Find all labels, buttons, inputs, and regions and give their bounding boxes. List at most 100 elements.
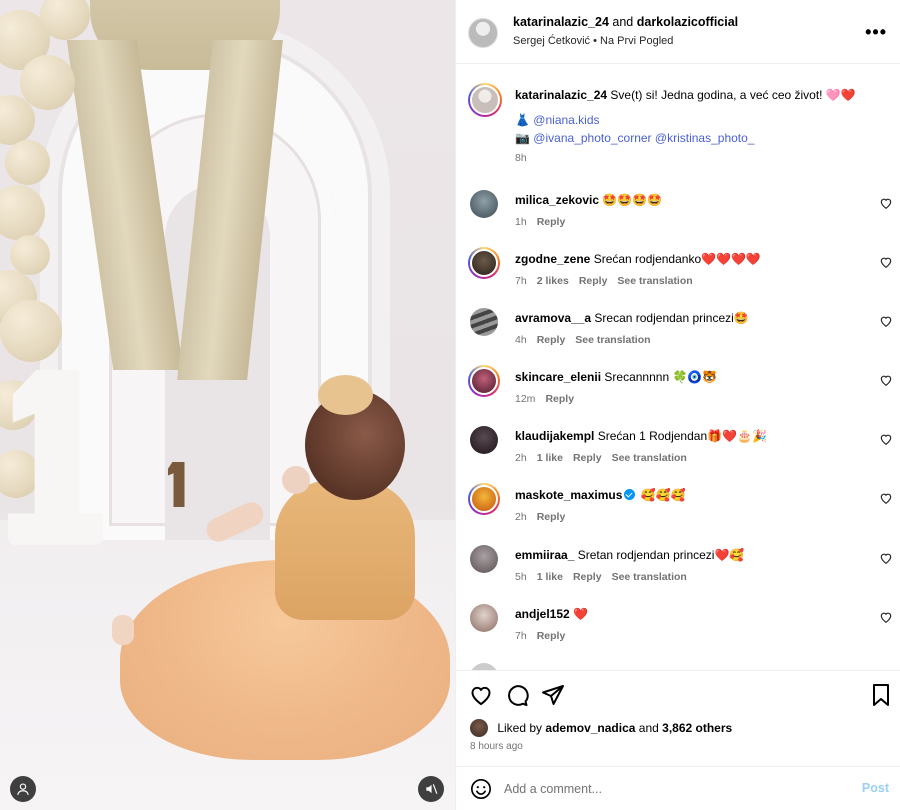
- balloon: [5, 140, 50, 185]
- commenter-avatar[interactable]: [470, 604, 498, 632]
- commenter-avatar[interactable]: [470, 663, 498, 670]
- commenter-username[interactable]: klaudijakempl: [515, 429, 594, 443]
- comment-time[interactable]: 4h: [515, 334, 527, 346]
- comment-time[interactable]: 12m: [515, 393, 535, 405]
- commenter-username[interactable]: maskote_maximus: [515, 488, 622, 502]
- post-header: katarinalazic_24 and darkolazicofficial …: [456, 0, 900, 64]
- comment-meta: 2h 1 like Reply See translation: [515, 452, 697, 464]
- reply-button[interactable]: Reply: [537, 216, 566, 228]
- reply-button[interactable]: Reply: [537, 334, 566, 346]
- commenter-avatar[interactable]: [470, 426, 498, 454]
- reply-button[interactable]: Reply: [573, 452, 602, 464]
- emoji-icon[interactable]: [470, 778, 492, 800]
- heart-icon[interactable]: [879, 551, 893, 565]
- baby-body: [275, 480, 415, 620]
- comment-time[interactable]: 1h: [515, 216, 527, 228]
- comment-meta: 4h Reply See translation: [515, 334, 661, 346]
- heart-icon[interactable]: [879, 491, 893, 505]
- post-comment-button[interactable]: Post: [862, 781, 889, 795]
- heart-icon[interactable]: [879, 255, 893, 269]
- tagged-users-button[interactable]: [10, 776, 36, 802]
- author-username[interactable]: katarinalazic_24: [513, 15, 609, 29]
- comment-time[interactable]: 5h: [515, 571, 527, 583]
- commenter-avatar[interactable]: [470, 545, 498, 573]
- avatar: [470, 485, 498, 513]
- balloon: [20, 55, 75, 110]
- comment-meta: 12m Reply: [515, 393, 584, 405]
- heart-icon[interactable]: [879, 373, 893, 387]
- author-avatar[interactable]: [468, 18, 498, 48]
- heart-icon[interactable]: [879, 314, 893, 328]
- comment-time[interactable]: 7h: [515, 275, 527, 287]
- see-translation-button[interactable]: See translation: [612, 452, 687, 464]
- heart-icon[interactable]: [879, 432, 893, 446]
- caption-avatar[interactable]: [468, 83, 502, 117]
- post-actions: Liked by ademov_nadica and 3,862 others …: [456, 670, 900, 765]
- dress-emoji: 👗: [515, 113, 530, 127]
- mute-button[interactable]: [418, 776, 444, 802]
- heart-icon[interactable]: [469, 683, 493, 707]
- commenter-avatar[interactable]: [468, 483, 500, 515]
- likes-summary[interactable]: Liked by ademov_nadica and 3,862 others: [470, 719, 732, 737]
- comment-meta: 2h Reply: [515, 511, 575, 523]
- commenter-username[interactable]: milica_zekovic: [515, 193, 599, 207]
- comment-item: maskote_maximus 🥰🥰🥰 2h Reply: [468, 483, 893, 535]
- reply-button[interactable]: Reply: [573, 571, 602, 583]
- audio-info[interactable]: Sergej Ćetković • Na Prvi Pogled: [513, 35, 673, 47]
- comment-meta: 5h 1 like Reply See translation: [515, 571, 697, 583]
- see-translation-button[interactable]: See translation: [575, 334, 650, 346]
- see-translation-button[interactable]: See translation: [617, 275, 692, 287]
- commenter-username[interactable]: emmiiraa_: [515, 548, 574, 562]
- commenter-username[interactable]: avramova__a: [515, 311, 591, 325]
- comments-section[interactable]: katarinalazic_24 Sve(t) si! Jedna godina…: [456, 65, 900, 670]
- comment-input[interactable]: [504, 777, 834, 801]
- commenter-avatar[interactable]: [468, 247, 500, 279]
- audio-artist[interactable]: Sergej Ćetković: [513, 35, 590, 47]
- avatar: [470, 367, 498, 395]
- comment-time[interactable]: 2h: [515, 452, 527, 464]
- baby-hair-bow: [318, 375, 373, 415]
- coauthor-username[interactable]: darkolazicofficial: [637, 15, 738, 29]
- commenter-avatar[interactable]: [470, 190, 498, 218]
- liker-username[interactable]: ademov_nadica: [545, 721, 635, 735]
- caption-username[interactable]: katarinalazic_24: [515, 88, 607, 102]
- avatar: [470, 85, 500, 115]
- commenter-avatar[interactable]: [470, 308, 498, 336]
- comment-icon[interactable]: [505, 683, 529, 707]
- mention-link[interactable]: @niana.kids: [533, 113, 599, 127]
- bookmark-icon[interactable]: [869, 683, 893, 707]
- comment-body: 🥰🥰🥰: [640, 488, 686, 502]
- reply-button[interactable]: Reply: [545, 393, 574, 405]
- comment-item: avramova__a Srecan rodjendan princezi🤩 4…: [468, 308, 893, 358]
- comment-time[interactable]: 2h: [515, 511, 527, 523]
- likes-count[interactable]: 3,862 others: [662, 721, 732, 735]
- see-translation-button[interactable]: See translation: [612, 571, 687, 583]
- post-media[interactable]: [0, 0, 455, 810]
- comment-item: skincare_elenii Srecannnnn 🍀🧿🐯 12m Reply: [468, 365, 893, 417]
- comment-likes[interactable]: 2 likes: [537, 275, 569, 287]
- post-time[interactable]: 8 hours ago: [470, 741, 523, 752]
- reply-button[interactable]: Reply: [579, 275, 608, 287]
- audio-track[interactable]: Na Prvi Pogled: [600, 35, 673, 47]
- comment-text: maskote_maximus 🥰🥰🥰: [515, 487, 855, 503]
- commenter-username[interactable]: andjel152: [515, 607, 570, 621]
- more-options-button[interactable]: •••: [865, 22, 887, 43]
- comment-time[interactable]: 7h: [515, 630, 527, 642]
- comment-item: klaudijakempl Srećan 1 Rodjendan🎁❤️🎂🎉 2h…: [468, 426, 893, 476]
- mention-link[interactable]: @ivana_photo_corner: [533, 131, 651, 145]
- commenter-username[interactable]: zgodne_zene: [515, 252, 590, 266]
- likes-and: and: [638, 721, 659, 735]
- heart-icon[interactable]: [879, 196, 893, 210]
- reply-button[interactable]: Reply: [537, 511, 566, 523]
- commenter-avatar[interactable]: [468, 365, 500, 397]
- comment-text: milica_zekovic 🤩🤩🤩🤩: [515, 192, 855, 208]
- caption-time[interactable]: 8h: [515, 150, 885, 166]
- reply-button[interactable]: Reply: [537, 630, 566, 642]
- comment-likes[interactable]: 1 like: [537, 452, 563, 464]
- share-icon[interactable]: [541, 683, 565, 707]
- mention-link[interactable]: @kristinas_photo_: [655, 131, 755, 145]
- user-icon: [17, 783, 29, 795]
- commenter-username[interactable]: skincare_elenii: [515, 370, 601, 384]
- heart-icon[interactable]: [879, 610, 893, 624]
- comment-likes[interactable]: 1 like: [537, 571, 563, 583]
